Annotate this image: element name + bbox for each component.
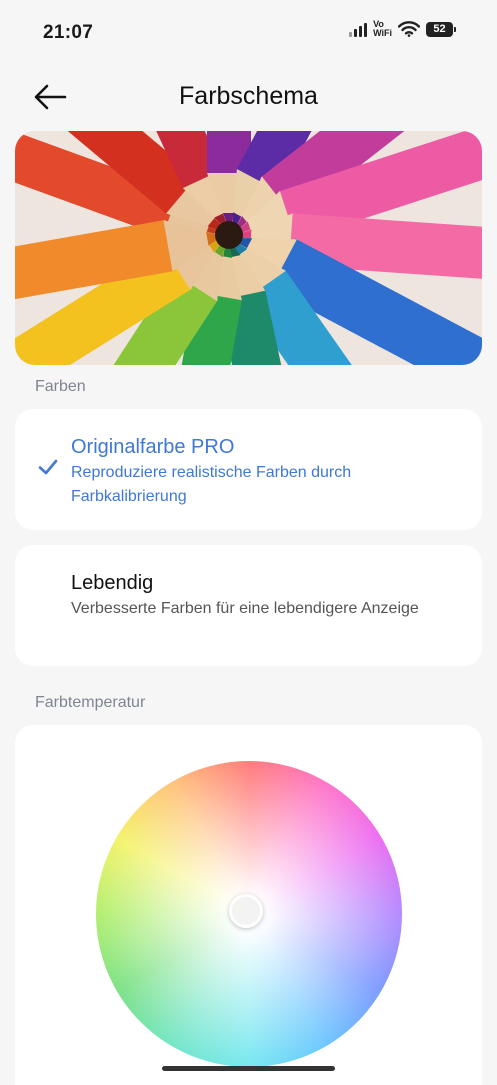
section-label-colors: Farben bbox=[35, 378, 86, 395]
option-description: Verbesserte Farben für eine lebendigere … bbox=[71, 600, 419, 617]
color-temperature-card bbox=[15, 725, 482, 1085]
status-icons: Vo WiFi 52 bbox=[349, 19, 456, 38]
option-title: Originalfarbe PRO bbox=[71, 436, 235, 458]
hero-image-colored-pencils bbox=[15, 131, 482, 365]
option-title: Lebendig bbox=[71, 572, 154, 594]
section-label-color-temperature: Farbtemperatur bbox=[35, 694, 146, 711]
option-vivid[interactable]: Lebendig Verbesserte Farben für eine leb… bbox=[15, 545, 482, 666]
option-original-color-pro[interactable]: Originalfarbe PRO Reproduziere realistis… bbox=[15, 409, 482, 530]
wifi-icon bbox=[398, 21, 420, 37]
signal-icon bbox=[349, 21, 368, 37]
option-description: Reproduziere realistische Farben durch F… bbox=[71, 464, 352, 505]
color-wheel-handle[interactable] bbox=[229, 894, 263, 928]
page-title: Farbschema bbox=[179, 82, 318, 110]
home-indicator[interactable] bbox=[162, 1066, 335, 1071]
status-bar: 21:07 Vo WiFi 52 bbox=[0, 0, 497, 66]
checkmark-icon bbox=[38, 459, 58, 475]
vowifi-icon: Vo WiFi bbox=[373, 19, 392, 38]
status-time: 21:07 bbox=[43, 22, 94, 43]
battery-icon: 52 bbox=[426, 21, 456, 37]
color-wheel[interactable] bbox=[96, 761, 402, 1067]
